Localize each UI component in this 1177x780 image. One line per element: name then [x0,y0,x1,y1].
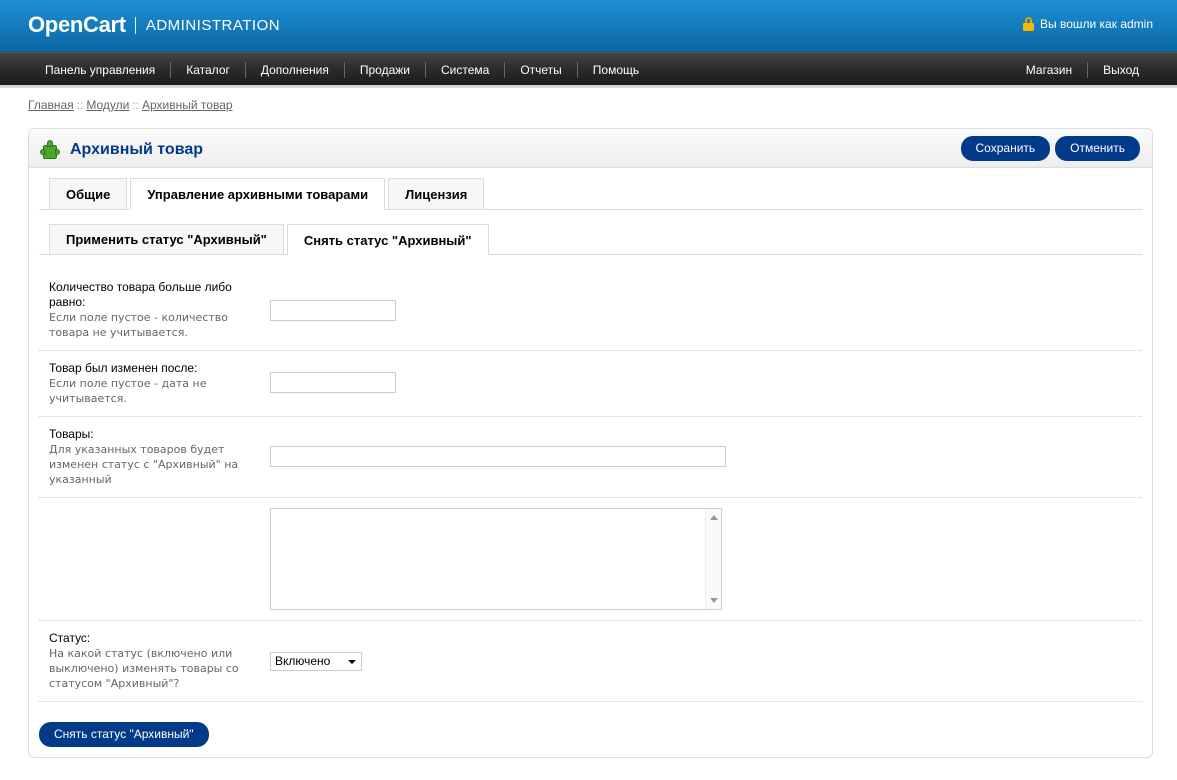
tab-apply-archive-status[interactable]: Применить статус "Архивный" [49,224,284,254]
products-textarea[interactable] [270,508,722,610]
products-input[interactable] [270,446,726,467]
cancel-button[interactable]: Отменить [1055,136,1140,161]
products-label: Товары: [49,427,94,441]
page-title-text: Архивный товар [70,141,203,158]
administration-label: ADMINISTRATION [145,16,281,34]
menu-item-sales[interactable]: Продажи [343,61,425,78]
modified-date-input[interactable] [270,372,396,393]
box-heading: Архивный товар Сохранить Отменить [29,129,1152,168]
status-row: Статус: На какой статус (включено или вы… [39,621,1142,702]
quantity-label-block: Количество товара больше либо равно: Есл… [49,280,249,340]
quantity-row: Количество товара больше либо равно: Есл… [39,268,1142,351]
menu-item-help[interactable]: Помощь [576,61,654,78]
scroll-up-icon[interactable] [710,515,718,520]
content-box: Архивный товар Сохранить Отменить Общие … [28,128,1153,758]
breadcrumb: Главная:: Модули:: Архивный товар [28,98,233,112]
modified-label-block: Товар был изменен после: Если поле пусто… [49,361,249,406]
status-select[interactable]: Включено [270,652,362,671]
status-label: Статус: [49,631,91,645]
breadcrumb-separator: :: [76,98,84,112]
tab-archive-management[interactable]: Управление архивными товарами [130,178,386,210]
login-info: Вы вошли как admin [1023,17,1153,31]
products-help: Для указанных товаров будет изменен стат… [49,443,239,486]
menu-item-store[interactable]: Магазин [1011,62,1087,78]
breadcrumb-home[interactable]: Главная [28,98,74,112]
products-list-row [39,498,1142,621]
menu-item-logout[interactable]: Выход [1087,61,1154,78]
menu-item-extensions[interactable]: Дополнения [244,61,344,78]
menu-item-reports[interactable]: Отчеты [504,61,576,78]
products-label-block: Товары: Для указанных товаров будет изме… [49,427,249,487]
status-help: На какой статус (включено или выключено)… [49,647,239,690]
modified-label: Товар был изменен после: [49,361,198,375]
tab-license[interactable]: Лицензия [388,178,485,209]
sub-tabs: Применить статус "Архивный" Снять статус… [39,224,1142,255]
chevron-down-icon [348,660,356,664]
opencart-logo[interactable]: OpenCart [28,12,126,38]
quantity-label: Количество товара больше либо равно: [49,280,232,309]
menu-item-dashboard[interactable]: Панель управления [30,62,170,78]
menu-item-system[interactable]: Система [424,61,504,78]
brand-divider [134,16,136,34]
modified-row: Товар был изменен после: Если поле пусто… [39,351,1142,417]
lock-icon [1023,17,1034,31]
puzzle-icon [40,140,60,160]
status-selected-value: Включено [275,654,331,668]
archive-form: Количество товара больше либо равно: Есл… [39,268,1142,702]
tab-general[interactable]: Общие [49,178,128,209]
tab-remove-archive-status[interactable]: Снять статус "Архивный" [286,224,489,255]
top-header: OpenCart ADMINISTRATION Вы вошли как adm… [0,0,1177,52]
products-row: Товары: Для указанных товаров будет изме… [39,417,1142,498]
logged-in-text: Вы вошли как admin [1040,17,1153,31]
textarea-scrollbar[interactable] [705,509,721,609]
status-label-block: Статус: На какой статус (включено или вы… [49,631,249,691]
save-button[interactable]: Сохранить [960,136,1051,161]
breadcrumb-modules[interactable]: Модули [86,98,129,112]
brand: OpenCart ADMINISTRATION [28,12,280,38]
main-menu: Панель управления Каталог Дополнения Про… [0,52,1177,88]
page-title: Архивный товар [40,140,203,160]
scroll-down-icon[interactable] [710,598,718,603]
breadcrumb-archive-product[interactable]: Архивный товар [142,98,233,112]
main-tabs: Общие Управление архивными товарами Лице… [39,178,1142,210]
quantity-help: Если поле пустое - количество товара не … [49,311,228,339]
remove-archive-status-button[interactable]: Снять статус "Архивный" [39,722,209,747]
breadcrumb-separator: :: [132,98,140,112]
menu-item-catalog[interactable]: Каталог [170,61,245,78]
modified-help: Если поле пустое - дата не учитывается. [49,377,207,405]
quantity-input[interactable] [270,300,396,321]
